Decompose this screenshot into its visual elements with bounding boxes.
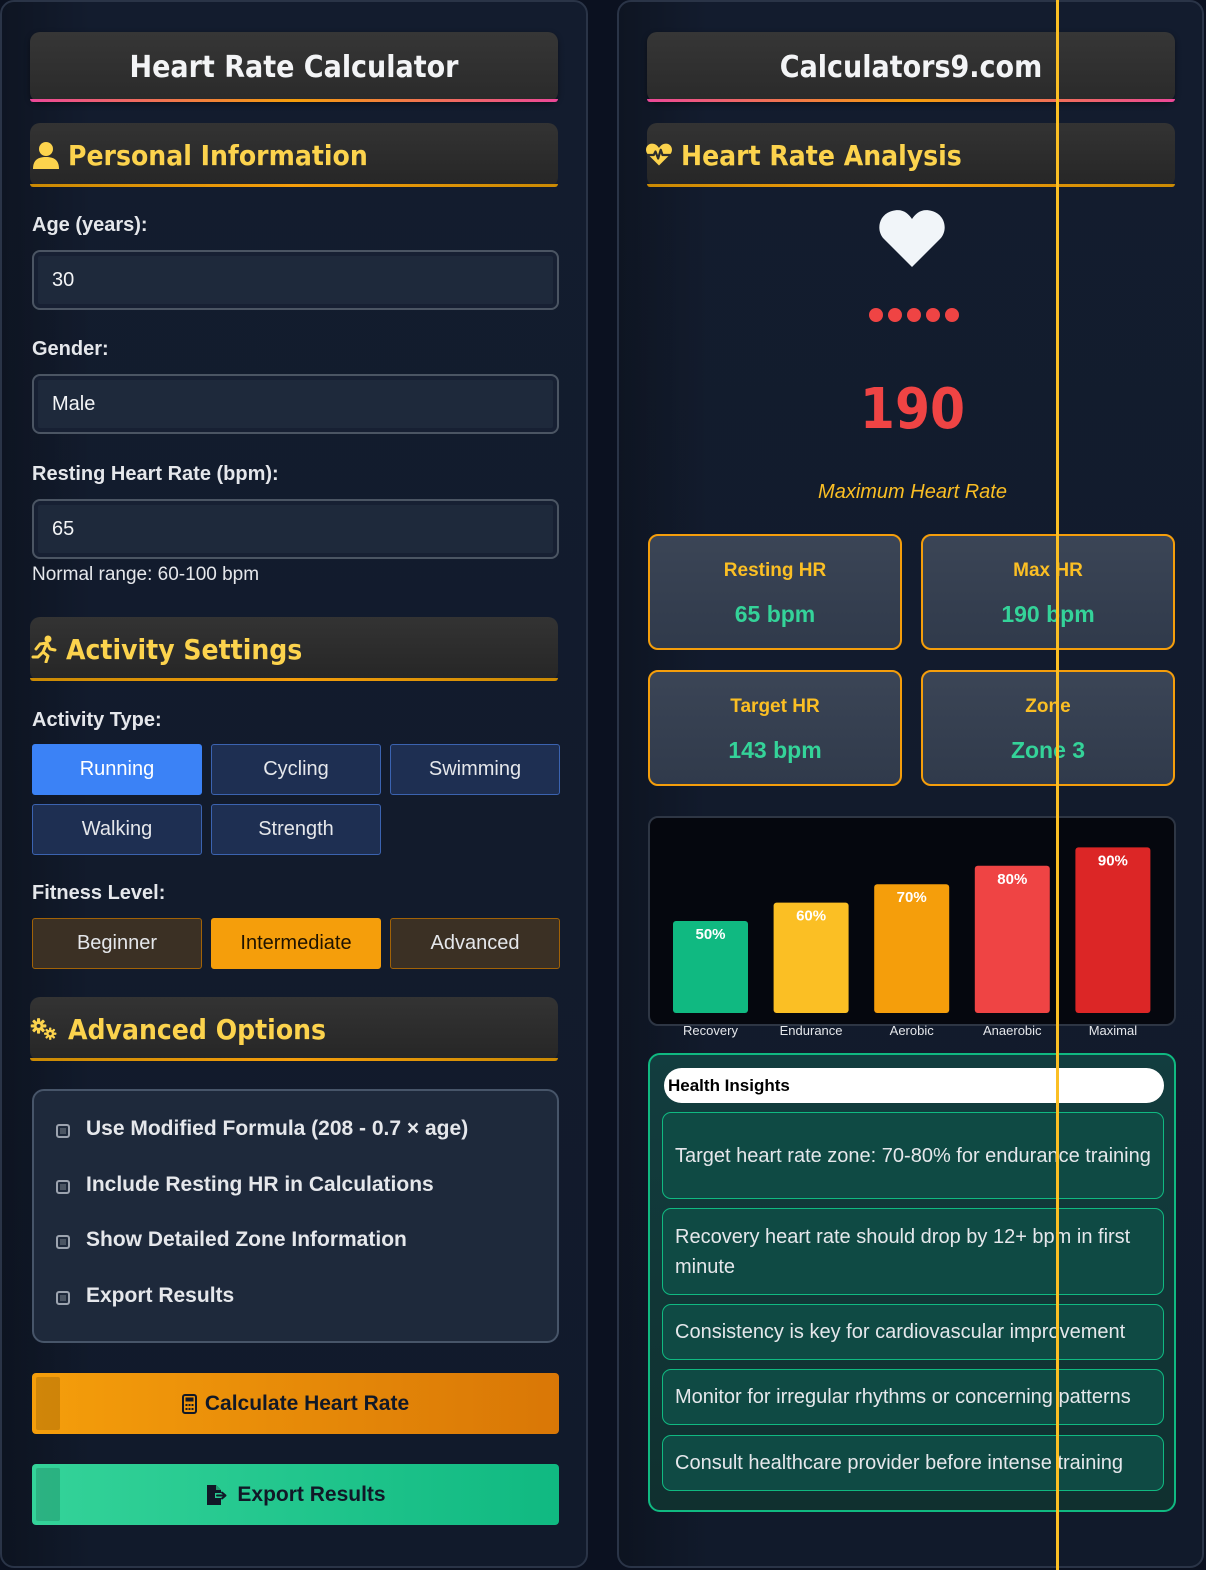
category-tick-label: Recovery [683,1023,738,1038]
calculate-button[interactable]: Calculate Heart Rate [32,1373,559,1434]
advanced-options-header: Advanced Options [30,997,558,1061]
activity-type-label: Activity Type: [32,709,162,731]
bar-value-label: 80% [997,871,1027,888]
gears-icon [30,1018,57,1040]
option-modified-formula[interactable]: Use Modified Formula (208 - 0.7 × age) [56,1117,468,1141]
category-tick-label: Endurance [780,1023,843,1038]
activity-settings-header: Activity Settings [30,617,558,681]
option-label: Use Modified Formula (208 - 0.7 × age) [86,1117,469,1140]
age-value: 30 [52,268,75,291]
checkbox[interactable] [56,1235,70,1249]
insight-item: Target heart rate zone: 70-80% for endur… [662,1112,1164,1199]
option-label: Export Results [86,1284,235,1307]
calculator-icon [181,1393,197,1414]
user-icon [33,142,59,169]
option-label: Show Detailed Zone Information [86,1228,407,1251]
export-button-label: Export Results [237,1482,386,1506]
age-label: Age (years): [32,214,148,236]
insights-title: Health Insights [664,1068,1164,1103]
category-tick-label: Anaerobic [983,1023,1042,1038]
fitness-intermediate-button[interactable]: Intermediate [211,918,381,969]
advanced-options-heading: Advanced Options [68,1012,327,1046]
option-export-results[interactable]: Export Results [56,1284,234,1308]
bar-value-label: 60% [796,908,826,925]
bar-value-label: 50% [695,926,725,943]
vertical-guide-line [1056,0,1059,1570]
resting-hr-hint: Normal range: 60-100 bpm [32,564,260,585]
bar-maximal [1075,847,1151,1013]
activity-swimming-button[interactable]: Swimming [390,744,560,795]
export-button[interactable]: Export Results [32,1464,559,1525]
activity-cycling-button[interactable]: Cycling [211,744,381,795]
bar-anaerobic [974,865,1050,1013]
results-panel: Calculators9.com Heart Rate Analysis 190… [617,0,1204,1568]
fitness-beginner-button[interactable]: Beginner [32,918,202,969]
option-detailed-zones[interactable]: Show Detailed Zone Information [56,1228,407,1252]
fitness-advanced-button[interactable]: Advanced [390,918,560,969]
resting-hr-value: 65 [52,517,75,540]
personal-info-header: Personal Information [30,123,558,187]
checkbox[interactable] [56,1124,70,1138]
running-icon [31,635,57,663]
bar-value-label: 70% [897,889,927,906]
option-include-resting[interactable]: Include Resting HR in Calculations [56,1173,434,1197]
resting-hr-input[interactable]: 65 [32,499,559,559]
activity-strength-button[interactable]: Strength [211,804,381,855]
option-label: Include Resting HR in Calculations [86,1173,434,1196]
calculator-panel: Heart Rate Calculator Personal Informati… [0,0,588,1568]
health-insights: Health Insights Target heart rate zone: … [648,1053,1176,1512]
checkbox[interactable] [56,1180,70,1194]
category-tick-label: Aerobic [890,1023,935,1038]
file-export-icon [207,1484,227,1505]
gender-select[interactable]: Male [32,374,559,434]
resting-hr-label: Resting Heart Rate (bpm): [32,463,279,485]
calculate-button-label: Calculate Heart Rate [204,1391,410,1415]
gender-value: Male [52,392,96,415]
age-input[interactable]: 30 [32,250,559,310]
category-tick-label: Maximal [1089,1023,1138,1038]
calculator-title: Heart Rate Calculator [30,32,558,102]
activity-running-button[interactable]: Running [32,744,202,795]
bar-value-label: 90% [1098,852,1128,869]
advanced-options-box: Use Modified Formula (208 - 0.7 × age) I… [32,1089,559,1343]
activity-settings-heading: Activity Settings [66,632,303,666]
fitness-level-label: Fitness Level: [32,882,166,904]
activity-walking-button[interactable]: Walking [32,804,202,855]
insight-item: Recovery heart rate should drop by 12+ b… [662,1208,1164,1295]
insight-item: Consult healthcare provider before inten… [662,1435,1164,1491]
personal-info-heading: Personal Information [68,138,368,172]
checkbox[interactable] [56,1291,70,1305]
insight-item: Monitor for irregular rhythms or concern… [662,1369,1164,1425]
calculator-title-text: Heart Rate Calculator [129,49,459,85]
insight-item: Consistency is key for cardiovascular im… [662,1304,1164,1360]
zone-chart: 50% Recovery 60% Endurance 70% Aerobic 80% Anae… [673,847,1151,1038]
gender-label: Gender: [32,338,109,360]
